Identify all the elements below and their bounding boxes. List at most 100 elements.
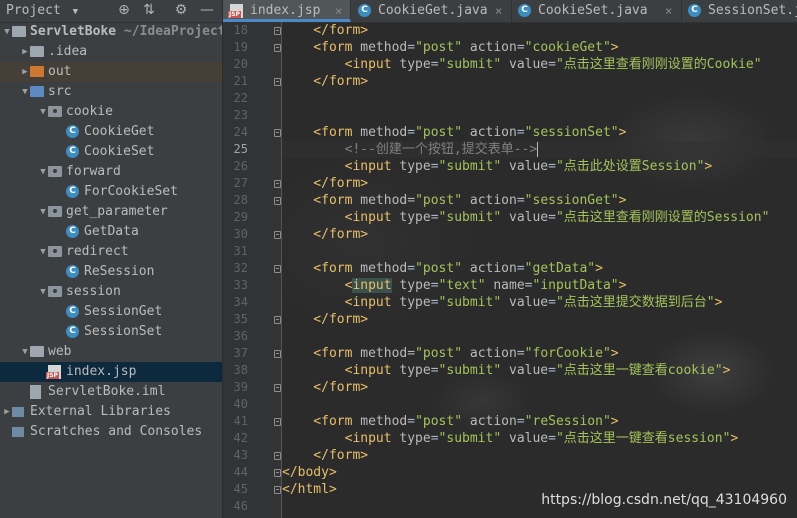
code-token-eq: = <box>516 40 525 55</box>
line-number: 24 <box>233 125 248 139</box>
code-token-tag <box>462 125 470 140</box>
code-line: <input type="submit" value="点击这里提交数据到后台"… <box>282 294 723 311</box>
scratch-icon <box>12 427 24 437</box>
code-token-eq: = <box>430 278 439 293</box>
expand-arrow-down-icon[interactable]: ▼ <box>38 102 48 122</box>
line-number: 42 <box>233 431 248 445</box>
expand-arrow-right-icon[interactable]: ▶ <box>20 42 30 62</box>
fold-marker-icon[interactable] <box>274 452 281 460</box>
tree-item-redirect[interactable]: ▼ redirect <box>0 242 222 262</box>
expand-arrow-right-icon[interactable]: ▶ <box>20 62 30 82</box>
close-tab-icon[interactable]: × <box>495 0 502 22</box>
expand-arrow-down-icon[interactable]: ▼ <box>38 242 48 262</box>
collapse-icon[interactable]: ⇅ <box>141 2 157 18</box>
code-token-attr: type <box>399 431 431 446</box>
fold-marker-icon[interactable] <box>274 469 281 477</box>
tree-item-servletboke-iml[interactable]: ServletBoke.iml <box>0 382 222 402</box>
tree-item-src[interactable]: ▼ src <box>0 82 222 102</box>
tree-item-scratches-and-consoles[interactable]: Scratches and Consoles <box>0 422 222 442</box>
expand-arrow-right-icon[interactable]: ▶ <box>2 402 12 422</box>
tree-item-idea[interactable]: ▶ .idea <box>0 42 222 62</box>
fold-marker-icon[interactable] <box>274 316 281 324</box>
code-token-tag: <form <box>282 125 361 140</box>
code-token-eq: = <box>516 261 525 276</box>
code-token-tag: < <box>282 278 353 293</box>
code-token-attr: action <box>469 193 517 208</box>
fold-marker-icon[interactable] <box>274 27 281 35</box>
code-token-val: "sessionSet" <box>524 125 619 140</box>
code-token-tag: </form> <box>282 227 369 242</box>
tree-item-forcookieset[interactable]: C ForCookieSet <box>0 182 222 202</box>
expand-arrow-down-icon[interactable]: ▼ <box>2 22 12 42</box>
expand-arrow-down-icon[interactable]: ▼ <box>38 202 48 222</box>
fold-marker-icon[interactable] <box>274 129 281 137</box>
code-token-attr: method <box>360 125 408 140</box>
tree-item-servletboke[interactable]: ▼ ServletBoke ~/IdeaProjects <box>0 22 222 42</box>
tree-item-external-libraries[interactable]: ▶ External Libraries <box>0 402 222 422</box>
minimize-icon[interactable]: — <box>199 2 215 18</box>
code-line: <form method="post" action="getData"> <box>282 260 603 277</box>
close-tab-icon[interactable]: × <box>335 0 342 22</box>
fold-marker-icon[interactable] <box>274 44 281 52</box>
tab-cookieset-java[interactable]: C CookieSet.java × <box>511 0 682 22</box>
tree-item-cookieget[interactable]: C CookieGet <box>0 122 222 142</box>
line-number: 25 <box>233 142 248 156</box>
tab-sessionset-ja[interactable]: C SessionSet.ja <box>681 0 797 22</box>
code-editor[interactable]: </form> <form method="post" action="cook… <box>282 22 797 518</box>
fold-marker-icon[interactable] <box>274 350 281 358</box>
tab-cookieget-java[interactable]: C CookieGet.java × <box>351 0 512 22</box>
expand-arrow-down-icon[interactable]: ▼ <box>20 342 30 362</box>
fold-marker-icon[interactable] <box>274 384 281 392</box>
code-token-attr: method <box>360 346 408 361</box>
tab-index-jsp[interactable]: JSP index.jsp × <box>223 0 351 22</box>
tree-item-web[interactable]: ▼ web <box>0 342 222 362</box>
fold-marker-icon[interactable] <box>274 418 281 426</box>
code-token-attr: value <box>509 159 549 174</box>
tree-item-sessionget[interactable]: C SessionGet <box>0 302 222 322</box>
code-token-tag: <form <box>282 193 361 208</box>
tree-item-cookieset[interactable]: C CookieSet <box>0 142 222 162</box>
fold-marker-icon[interactable] <box>274 78 281 86</box>
code-line: </form> <box>282 447 368 464</box>
tree-item-resession[interactable]: C ReSession <box>0 262 222 282</box>
tree-item-get-parameter[interactable]: ▼ get_parameter <box>0 202 222 222</box>
code-token-comment: <!--创建一个按钮,提交表单--> <box>282 142 538 157</box>
expand-arrow-down-icon[interactable]: ▼ <box>38 282 48 302</box>
code-token-val: "点击这里一键查看cookie" <box>555 363 723 378</box>
tree-item-label: CookieSet <box>84 144 155 159</box>
module-file-icon <box>30 385 41 399</box>
line-number: 27 <box>233 176 248 190</box>
tree-item-out[interactable]: ▶ out <box>0 62 222 82</box>
fold-marker-icon[interactable] <box>274 486 281 494</box>
code-token-val: "post" <box>415 40 463 55</box>
line-number: 37 <box>233 346 248 360</box>
tree-item-cookie[interactable]: ▼ cookie <box>0 102 222 122</box>
expand-arrow-down-icon[interactable]: ▼ <box>38 162 48 182</box>
line-number: 30 <box>233 227 248 241</box>
code-token-tag <box>462 261 470 276</box>
fold-marker-icon[interactable] <box>274 265 281 273</box>
target-icon[interactable]: ⊕ <box>116 2 132 18</box>
code-token-val: "submit" <box>438 363 502 378</box>
fold-marker-icon[interactable] <box>274 180 281 188</box>
fold-marker-icon[interactable] <box>274 197 281 205</box>
expand-arrow-down-icon[interactable]: ▼ <box>20 82 30 102</box>
tree-item-index-jsp[interactable]: JSP index.jsp <box>0 362 222 382</box>
line-number: 32 <box>233 261 248 275</box>
tree-item-sessionset[interactable]: C SessionSet <box>0 322 222 342</box>
tree-item-forward[interactable]: ▼ forward <box>0 162 222 182</box>
code-token-eq: = <box>548 159 556 174</box>
code-token-eq: = <box>407 346 416 361</box>
fold-marker-icon[interactable] <box>274 231 281 239</box>
code-token-val: "post" <box>415 261 463 276</box>
code-token-val: "inputData" <box>532 278 619 293</box>
line-number: 40 <box>233 397 248 411</box>
close-tab-icon[interactable]: × <box>665 0 672 22</box>
code-token-attr: type <box>399 295 431 310</box>
code-token-attr: action <box>469 346 517 361</box>
tree-item-session[interactable]: ▼ session <box>0 282 222 302</box>
tree-item-getdata[interactable]: C GetData <box>0 222 222 242</box>
project-view-selector[interactable]: Project ▼ <box>6 3 78 18</box>
code-line: </body> <box>282 464 337 481</box>
gear-icon[interactable]: ⚙ <box>173 2 189 18</box>
